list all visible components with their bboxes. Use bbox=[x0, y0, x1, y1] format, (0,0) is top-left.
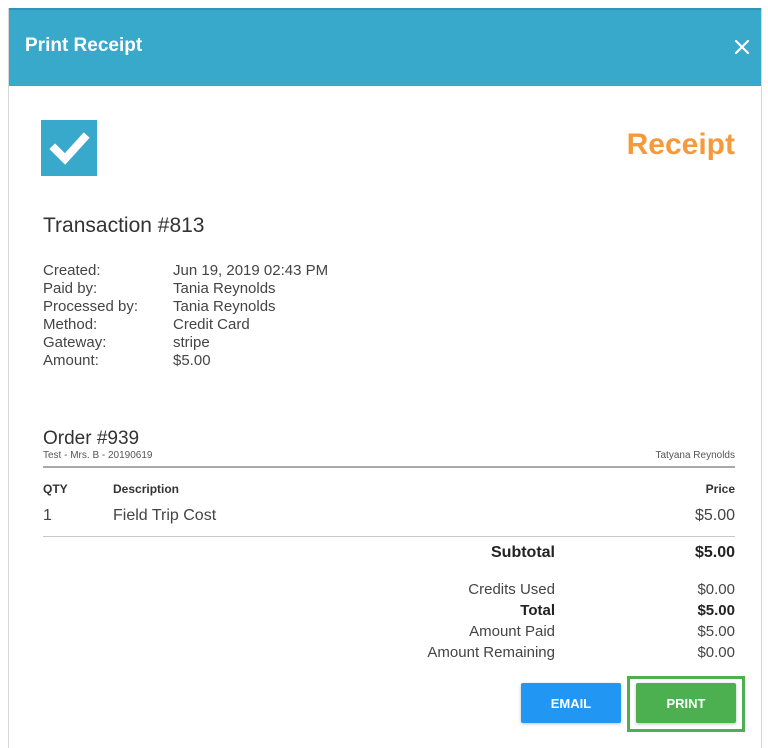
item-price: $5.00 bbox=[694, 507, 735, 524]
email-button[interactable]: EMAIL bbox=[521, 683, 621, 723]
order-subtitle: Test - Mrs. B - 20190619 bbox=[43, 450, 153, 461]
field-label: Amount: bbox=[43, 352, 99, 369]
description-column-header: Description bbox=[113, 482, 180, 496]
total-label: Total bbox=[520, 602, 555, 619]
amount-remaining-value: $0.00 bbox=[697, 644, 735, 661]
price-column-header: Price bbox=[705, 482, 735, 496]
field-value: Jun 19, 2019 02:43 PM bbox=[173, 262, 329, 279]
field-label: Processed by: bbox=[43, 298, 139, 315]
table-top-divider bbox=[43, 466, 735, 468]
amount-remaining-label: Amount Remaining bbox=[427, 644, 555, 661]
field-value: stripe bbox=[173, 334, 210, 351]
subtotal-label: Subtotal bbox=[491, 544, 555, 561]
field-label: Created: bbox=[43, 262, 101, 279]
subtotal-value: $5.00 bbox=[694, 544, 735, 561]
total-value: $5.00 bbox=[697, 602, 735, 619]
amount-paid-value: $5.00 bbox=[697, 623, 735, 640]
item-qty: 1 bbox=[43, 507, 52, 524]
check-icon bbox=[41, 120, 97, 176]
field-value: Tania Reynolds bbox=[173, 280, 276, 297]
amount-paid-label: Amount Paid bbox=[469, 623, 555, 640]
qty-column-header: QTY bbox=[43, 482, 68, 496]
field-value: Tania Reynolds bbox=[173, 298, 276, 315]
items-divider bbox=[43, 536, 735, 537]
order-title: Order #939 bbox=[43, 428, 140, 449]
field-value: $5.00 bbox=[173, 352, 211, 369]
field-label: Gateway: bbox=[43, 334, 107, 351]
field-label: Method: bbox=[43, 316, 98, 333]
credits-used-label: Credits Used bbox=[468, 581, 555, 598]
field-label: Paid by: bbox=[43, 280, 98, 297]
dialog-header: Print Receipt bbox=[9, 8, 761, 86]
print-receipt-dialog: Print Receipt Receipt Transaction #813 C… bbox=[8, 8, 762, 748]
item-description: Field Trip Cost bbox=[113, 507, 217, 524]
credits-used-value: $0.00 bbox=[697, 581, 735, 598]
field-value: Credit Card bbox=[173, 316, 250, 333]
dialog-title: Print Receipt bbox=[25, 35, 143, 56]
close-icon[interactable] bbox=[731, 35, 753, 59]
print-button[interactable]: PRINT bbox=[636, 683, 736, 723]
transaction-title: Transaction #813 bbox=[43, 214, 205, 237]
receipt-heading: Receipt bbox=[626, 128, 735, 161]
order-customer: Tatyana Reynolds bbox=[655, 450, 736, 461]
